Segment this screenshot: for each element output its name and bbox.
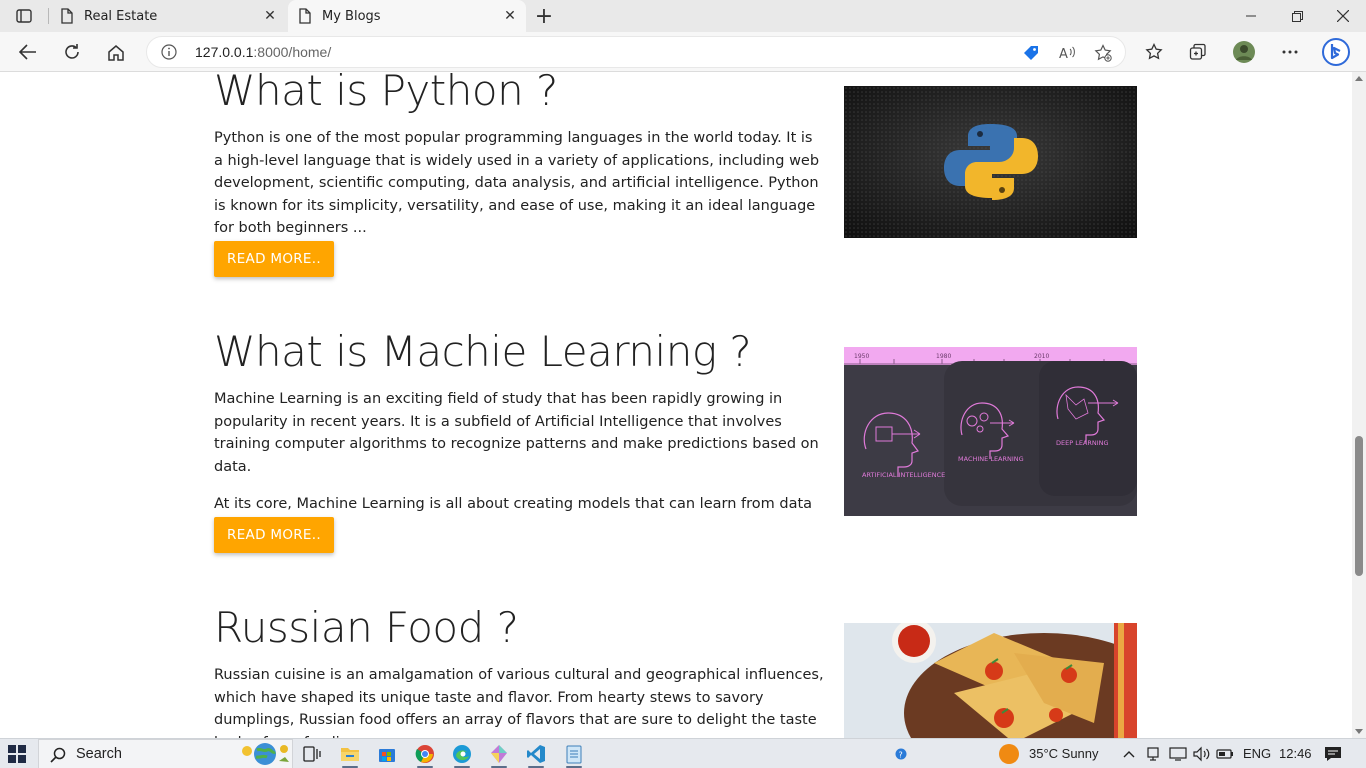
blog-post-machine-learning: What is Machie Learning ? Machine Learni… xyxy=(214,327,1138,553)
collections-icon[interactable] xyxy=(1182,36,1214,68)
language-indicator[interactable]: ENG xyxy=(1243,746,1271,761)
windows-start-icon[interactable] xyxy=(8,745,26,763)
microsoft-store-icon[interactable] xyxy=(374,742,400,766)
back-icon[interactable] xyxy=(12,36,44,68)
russian-food-image xyxy=(844,623,1137,738)
browser-tab-bar: Real Estate ✕ My Blogs ✕ + xyxy=(0,0,1366,32)
ai-label: ARTIFICIAL INTELLIGENCE xyxy=(862,471,945,479)
search-icon xyxy=(50,747,66,767)
dl-label: DEEP LEARNING xyxy=(1056,439,1109,447)
info-icon[interactable] xyxy=(161,44,177,64)
timeline-year: 1980 xyxy=(936,353,951,360)
close-window-icon[interactable] xyxy=(1320,0,1366,32)
tab-label: My Blogs xyxy=(322,8,381,24)
more-options-icon[interactable] xyxy=(1274,36,1306,68)
read-more-button[interactable]: READ MORE.. xyxy=(214,517,334,553)
timeline-year: 2010 xyxy=(1034,353,1049,360)
blog-post-russian-food: Russian Food ? Russian cuisine is an ama… xyxy=(214,603,1138,738)
weather-text[interactable]: 35°C Sunny xyxy=(1029,746,1099,761)
tab-actions-icon[interactable] xyxy=(8,4,40,28)
favorites-icon[interactable] xyxy=(1138,36,1170,68)
bing-chat-icon[interactable] xyxy=(1320,36,1352,68)
network-adapter-icon[interactable] xyxy=(1140,742,1166,766)
home-icon[interactable] xyxy=(100,36,132,68)
ml-timeline-image: 1950 1980 2010 ARTIFICIAL INTELLIGENCE M… xyxy=(844,347,1137,516)
weather-icon[interactable] xyxy=(996,742,1022,766)
restore-icon[interactable] xyxy=(1274,0,1320,32)
read-more-button[interactable]: READ MORE.. xyxy=(214,241,334,277)
new-tab-icon[interactable]: + xyxy=(532,4,556,29)
browser-toolbar: 127.0.0.1:8000/home/ A xyxy=(0,32,1366,72)
page-icon xyxy=(298,8,312,24)
page-scrollbar[interactable] xyxy=(1352,72,1366,738)
page-content: What is Python ? Python is one of the mo… xyxy=(0,72,1352,738)
url-text[interactable]: 127.0.0.1:8000/home/ xyxy=(195,44,331,60)
edge-icon[interactable] xyxy=(449,742,475,768)
tab-real-estate[interactable]: Real Estate ✕ xyxy=(50,0,286,32)
chrome-icon[interactable] xyxy=(412,742,438,768)
svg-text:A: A xyxy=(1059,47,1068,61)
ml-label: MACHINE LEARNING xyxy=(958,455,1024,463)
post-excerpt: Machine Learning is an exciting field of… xyxy=(214,391,819,475)
tab-my-blogs[interactable]: My Blogs ✕ xyxy=(288,0,526,32)
windows-taskbar: Search ? 35°C Sunny ENG 12:46 xyxy=(0,738,1366,768)
post-excerpt: Python is one of the most popular progra… xyxy=(214,130,820,236)
refresh-icon[interactable] xyxy=(56,36,88,68)
add-favorite-icon[interactable] xyxy=(1093,43,1113,63)
minimize-icon[interactable] xyxy=(1228,0,1274,32)
notifications-icon[interactable] xyxy=(1320,742,1346,766)
help-icon[interactable]: ? xyxy=(888,742,914,766)
url-path: :8000/home/ xyxy=(253,44,332,60)
timeline-year: 1950 xyxy=(854,353,869,360)
url-host: 127.0.0.1 xyxy=(195,44,254,60)
page-icon xyxy=(60,8,74,24)
vscode-icon[interactable] xyxy=(523,742,549,768)
close-tab-icon[interactable]: ✕ xyxy=(262,8,278,24)
post-excerpt: Russian cuisine is an amalgamation of va… xyxy=(214,667,824,738)
close-tab-icon[interactable]: ✕ xyxy=(502,8,518,24)
task-view-icon[interactable] xyxy=(299,742,325,766)
chevron-up-icon[interactable] xyxy=(1116,742,1142,766)
read-aloud-icon[interactable]: A xyxy=(1057,43,1077,63)
search-label: Search xyxy=(76,746,122,762)
scroll-up-icon[interactable] xyxy=(1355,76,1363,81)
file-explorer-icon[interactable] xyxy=(337,742,363,768)
paint-app-icon[interactable] xyxy=(486,742,512,768)
tab-separator xyxy=(48,8,49,24)
volume-icon[interactable] xyxy=(1188,742,1214,766)
taskbar-search[interactable]: Search xyxy=(38,739,293,768)
battery-icon[interactable] xyxy=(1212,742,1238,766)
profile-avatar[interactable] xyxy=(1228,36,1260,68)
python-logo-image xyxy=(844,86,1137,238)
notepad-icon[interactable] xyxy=(561,742,587,768)
tab-label: Real Estate xyxy=(84,8,158,24)
svg-text:?: ? xyxy=(899,751,903,760)
scroll-down-icon[interactable] xyxy=(1355,729,1363,734)
search-highlight-icon xyxy=(239,741,291,768)
scrollbar-thumb[interactable] xyxy=(1355,436,1363,576)
blog-post-python: What is Python ? Python is one of the mo… xyxy=(214,72,1138,277)
clock[interactable]: 12:46 xyxy=(1279,746,1312,761)
shopping-tag-icon[interactable] xyxy=(1021,43,1041,63)
address-bar[interactable]: 127.0.0.1:8000/home/ A xyxy=(146,36,1126,68)
